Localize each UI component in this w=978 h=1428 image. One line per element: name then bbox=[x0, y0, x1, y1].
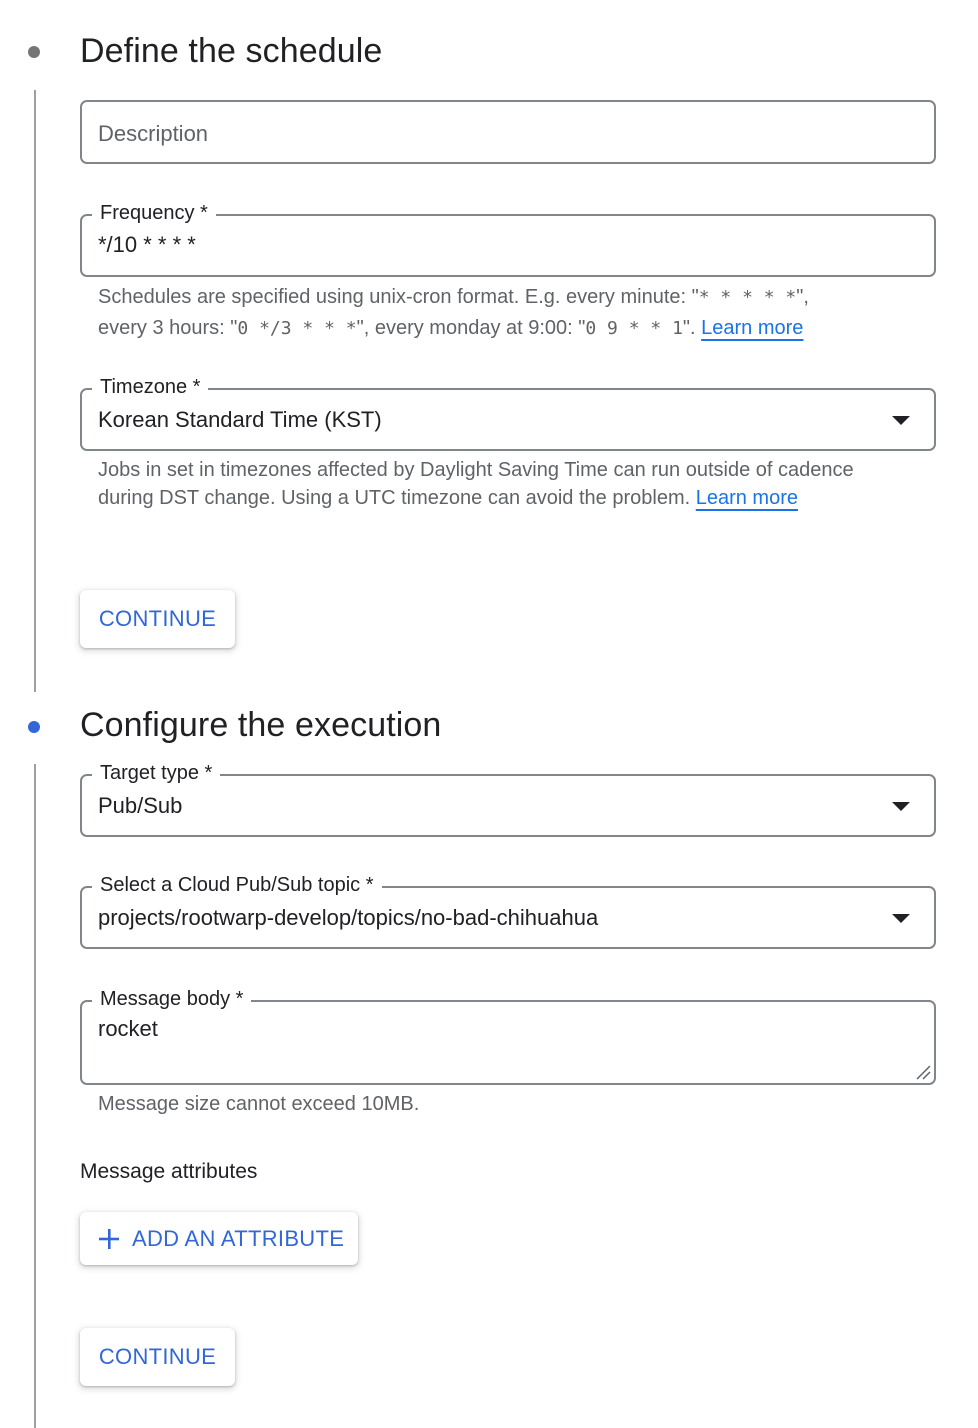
timezone-label: Timezone * bbox=[92, 375, 209, 399]
message-body-value: rocket bbox=[98, 1016, 158, 1041]
frequency-input[interactable]: Frequency * */10 * * * * bbox=[80, 201, 936, 277]
message-body-hint: Message size cannot exceed 10MB. bbox=[98, 1093, 420, 1115]
target-type-select[interactable]: Target type * Pub/Sub bbox=[80, 761, 936, 837]
timezone-select[interactable]: Timezone * Korean Standard Time (KST) bbox=[80, 375, 936, 451]
pubsub-topic-label: Select a Cloud Pub/Sub topic * bbox=[92, 873, 382, 897]
arrow-drop-down-icon bbox=[892, 416, 910, 425]
schedule-continue-button[interactable]: CONTINUE bbox=[80, 590, 235, 648]
description-input[interactable]: Description bbox=[80, 100, 936, 164]
step-title-execution: Configure the execution bbox=[80, 706, 442, 744]
plus-icon bbox=[99, 1228, 119, 1249]
arrow-drop-down-icon bbox=[892, 914, 910, 923]
message-attributes-title: Message attributes bbox=[80, 1160, 258, 1183]
timezone-learn-more-link[interactable]: Learn more bbox=[696, 487, 798, 509]
timezone-hint: Jobs in set in timezones affected by Day… bbox=[98, 459, 854, 509]
execution-continue-button[interactable]: CONTINUE bbox=[80, 1328, 235, 1386]
resize-handle-icon[interactable] bbox=[914, 1063, 932, 1081]
step-indicator-execution bbox=[28, 721, 40, 733]
step-connector-line bbox=[34, 764, 36, 1428]
frequency-label: Frequency * bbox=[92, 201, 216, 225]
step-indicator-schedule bbox=[28, 46, 40, 58]
arrow-drop-down-icon bbox=[892, 802, 910, 811]
step-title-schedule: Define the schedule bbox=[80, 32, 383, 70]
target-type-value: Pub/Sub bbox=[98, 793, 183, 818]
message-body-textarea[interactable]: Message body * rocket bbox=[80, 987, 936, 1085]
target-type-label: Target type * bbox=[92, 761, 221, 785]
frequency-hint: Schedules are specified using unix-cron … bbox=[98, 286, 809, 339]
add-attribute-button[interactable]: ADD AN ATTRIBUTE bbox=[80, 1212, 358, 1265]
step-connector-line bbox=[34, 90, 36, 692]
description-placeholder: Description bbox=[98, 121, 209, 146]
frequency-learn-more-link[interactable]: Learn more bbox=[701, 317, 803, 339]
pubsub-topic-select[interactable]: Select a Cloud Pub/Sub topic * projects/… bbox=[80, 873, 936, 949]
message-body-label: Message body * bbox=[92, 987, 252, 1011]
pubsub-topic-value: projects/rootwarp-develop/topics/no-bad-… bbox=[98, 905, 599, 930]
timezone-value: Korean Standard Time (KST) bbox=[98, 407, 382, 432]
frequency-value: */10 * * * * bbox=[98, 232, 196, 257]
